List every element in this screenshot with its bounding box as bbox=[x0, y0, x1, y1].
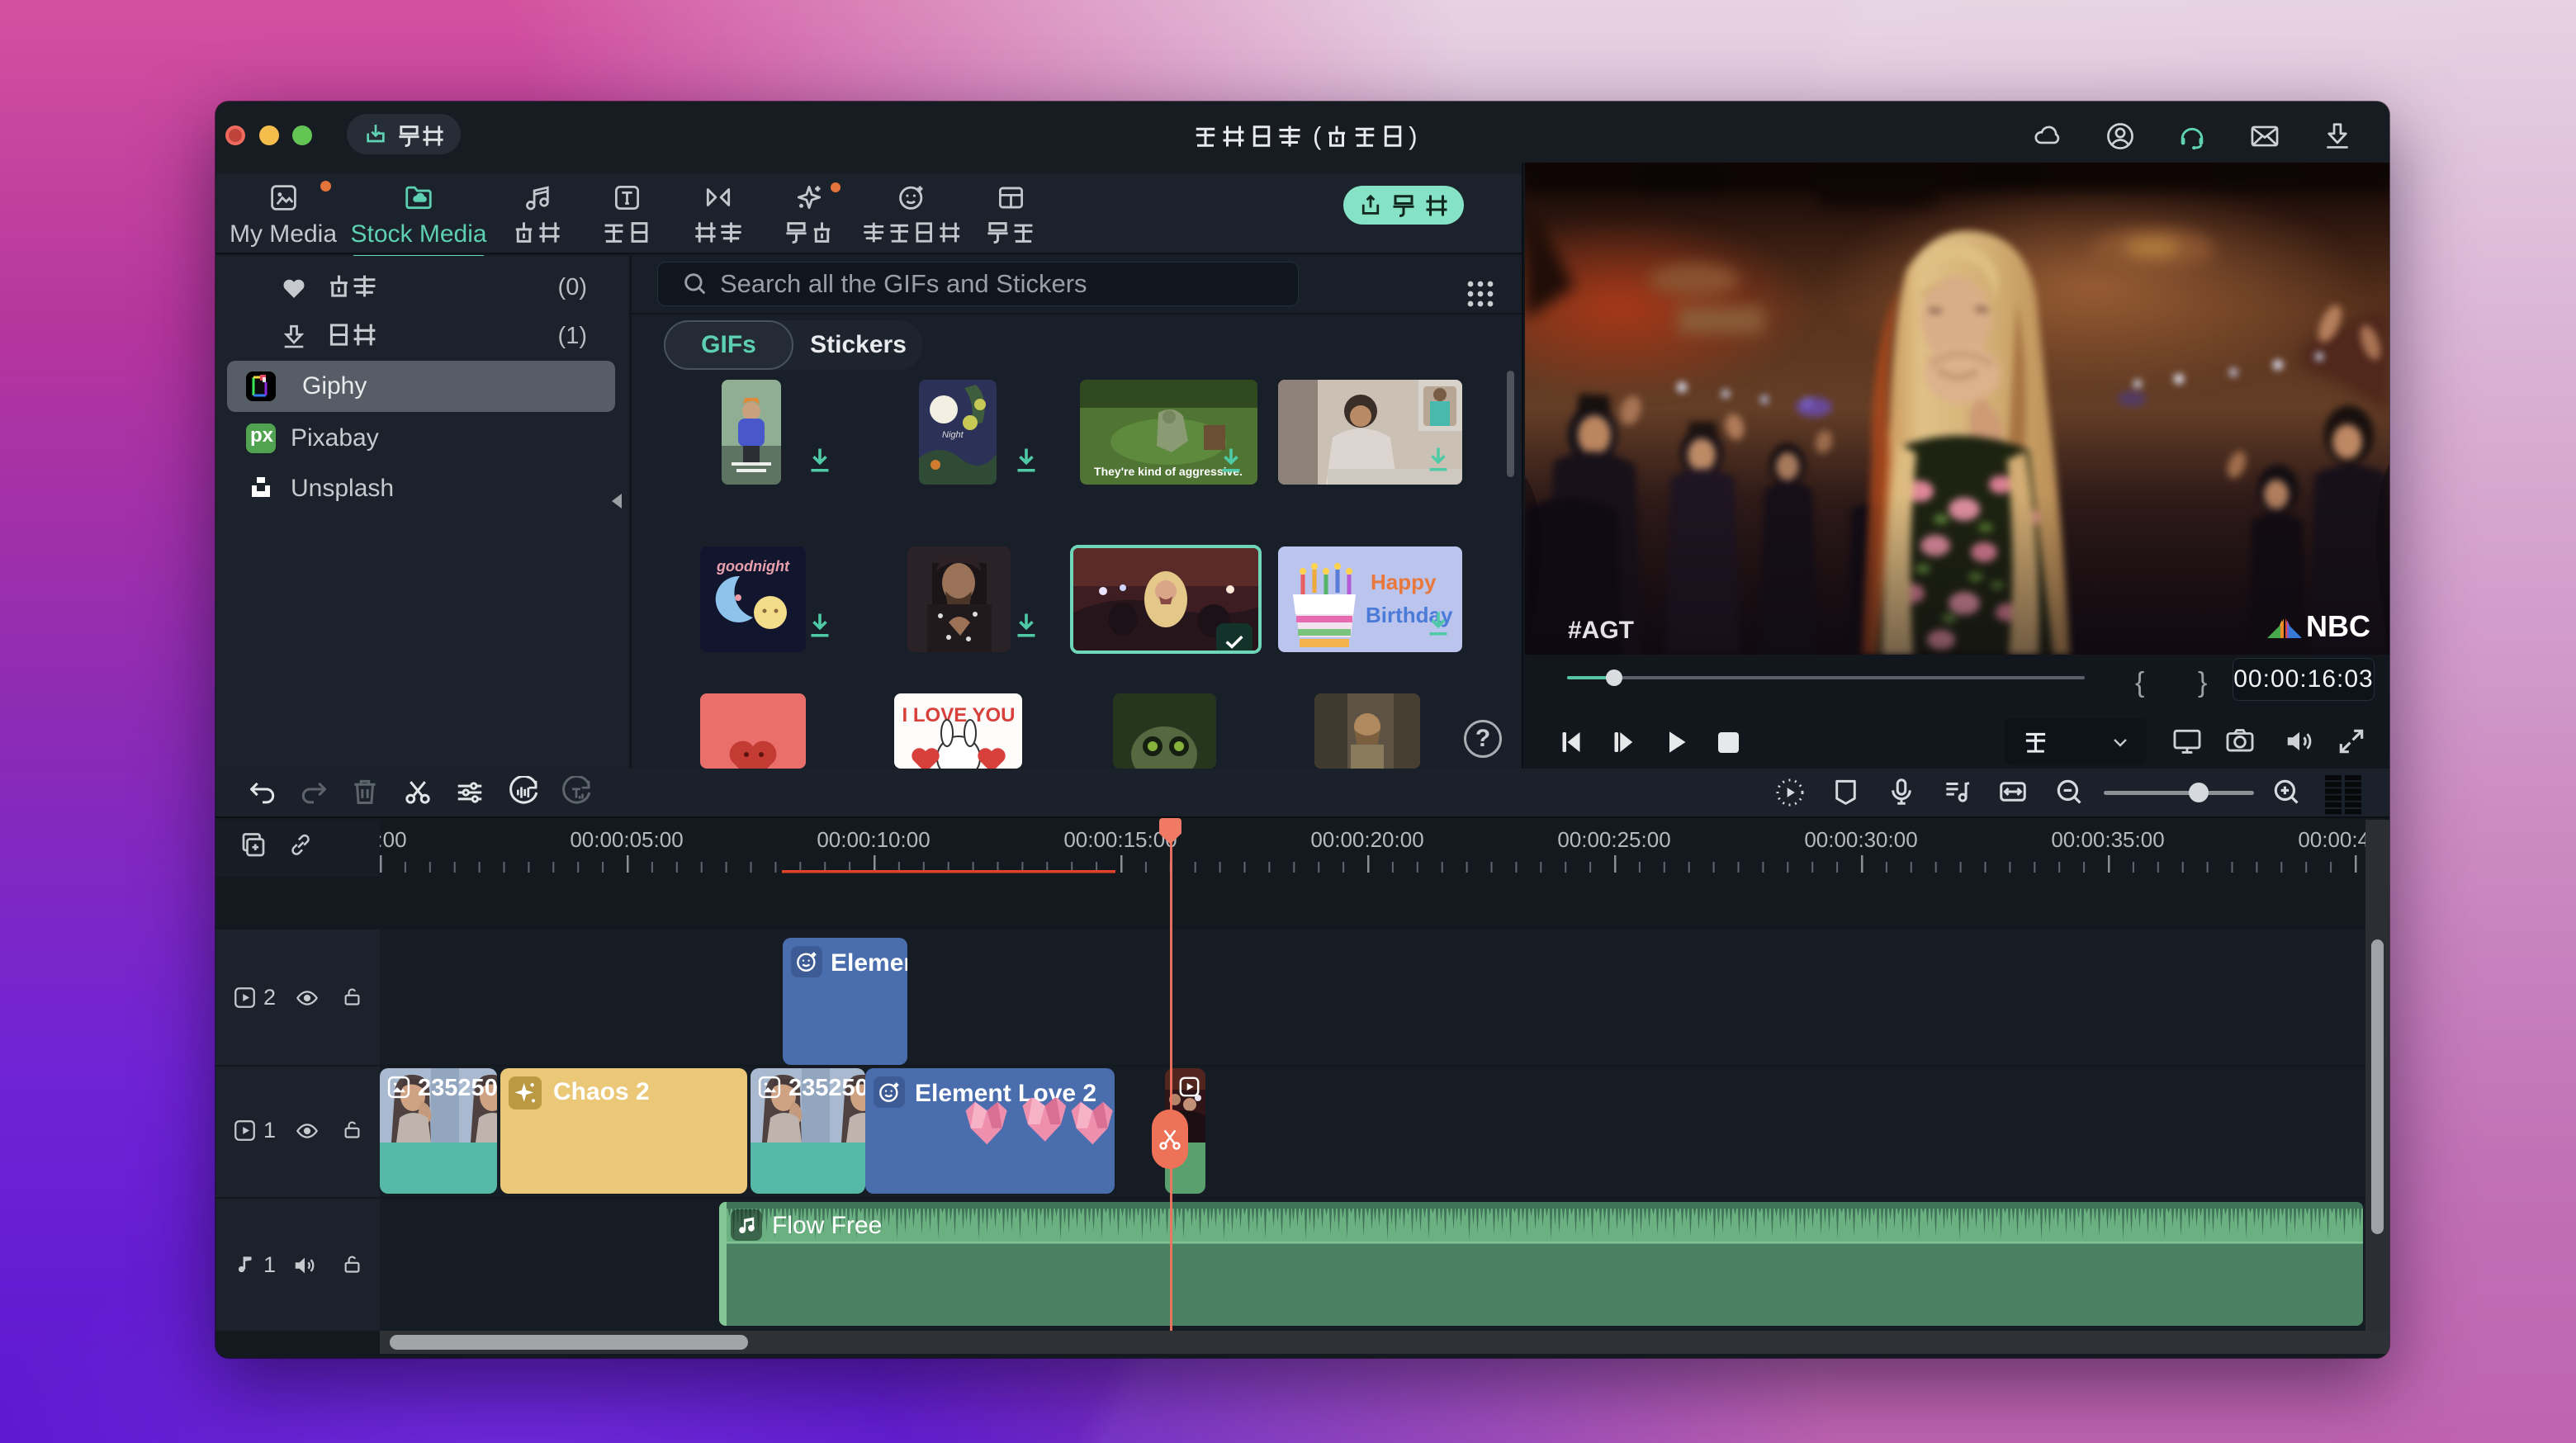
svg-text:Happy: Happy bbox=[1371, 570, 1437, 594]
svg-text:#AGT: #AGT bbox=[1568, 617, 1634, 644]
svg-text:00:00:25:00: 00:00:25:00 bbox=[1557, 827, 1670, 852]
svg-text:NBC: NBC bbox=[2306, 609, 2370, 643]
svg-text:00:00:40:00: 00:00:40:00 bbox=[2298, 827, 2365, 852]
svg-text:I LOVE YOU: I LOVE YOU bbox=[902, 704, 1016, 726]
svg-text:goodnight: goodnight bbox=[716, 558, 790, 575]
svg-text:00:00: 00:00 bbox=[380, 827, 407, 852]
svg-text:00:00:30:00: 00:00:30:00 bbox=[1804, 827, 1917, 852]
svg-text:00:00:35:00: 00:00:35:00 bbox=[2051, 827, 2164, 852]
svg-text:Night: Night bbox=[942, 430, 964, 440]
svg-text:00:00:05:00: 00:00:05:00 bbox=[570, 827, 683, 852]
svg-text:00:00:20:00: 00:00:20:00 bbox=[1310, 827, 1423, 852]
svg-text:00:00:10:00: 00:00:10:00 bbox=[817, 827, 930, 852]
